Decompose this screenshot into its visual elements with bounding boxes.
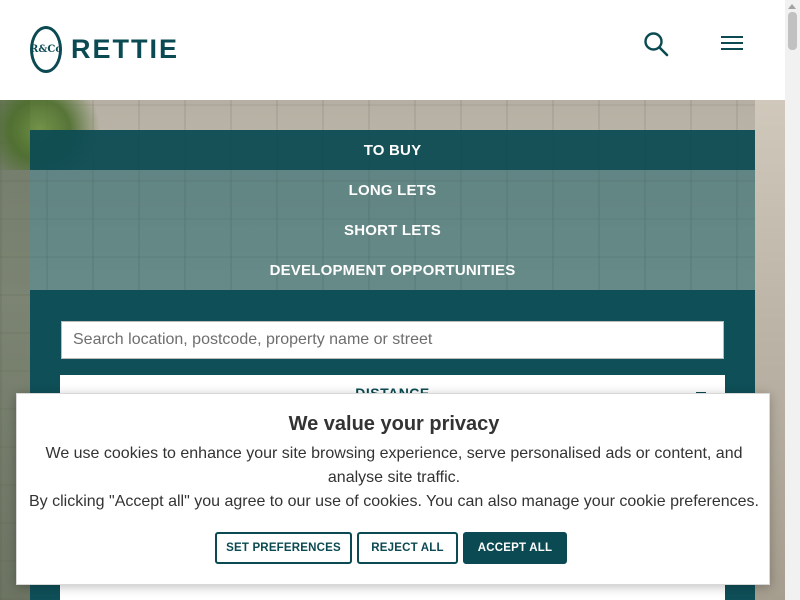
- nav-development-opportunities[interactable]: DEVELOPMENT OPPORTUNITIES: [30, 250, 755, 290]
- cookie-consent-dialog: We value your privacy We use cookies to …: [16, 393, 770, 585]
- scrollbar[interactable]: [785, 0, 800, 600]
- scroll-thumb[interactable]: [788, 12, 797, 50]
- nav-to-buy[interactable]: TO BUY: [30, 130, 755, 170]
- menu-icon[interactable]: [721, 34, 743, 52]
- search-input[interactable]: [61, 321, 724, 359]
- brand-name: RETTIE: [71, 34, 180, 64]
- search-icon[interactable]: [643, 31, 669, 57]
- nav-long-lets[interactable]: LONG LETS: [30, 170, 755, 210]
- site-header: R&Co RETTIE: [0, 0, 785, 100]
- filter-field[interactable]: [60, 585, 725, 600]
- accept-all-button[interactable]: ACCEPT ALL: [463, 532, 567, 564]
- logo[interactable]: R&Co RETTIE: [30, 26, 179, 73]
- cookie-description: We use cookies to enhance your site brow…: [45, 445, 743, 486]
- cookie-consent-note: By clicking "Accept all" you agree to ou…: [29, 493, 759, 510]
- property-category-nav: TO BUY LONG LETS SHORT LETS DEVELOPMENT …: [30, 130, 755, 290]
- scroll-up-icon[interactable]: [788, 4, 796, 9]
- set-preferences-button[interactable]: SET PREFERENCES: [215, 532, 352, 564]
- logo-monogram: R&Co: [30, 26, 62, 73]
- cookie-title: We value your privacy: [288, 413, 500, 435]
- reject-all-button[interactable]: REJECT ALL: [357, 532, 458, 564]
- nav-short-lets[interactable]: SHORT LETS: [30, 210, 755, 250]
